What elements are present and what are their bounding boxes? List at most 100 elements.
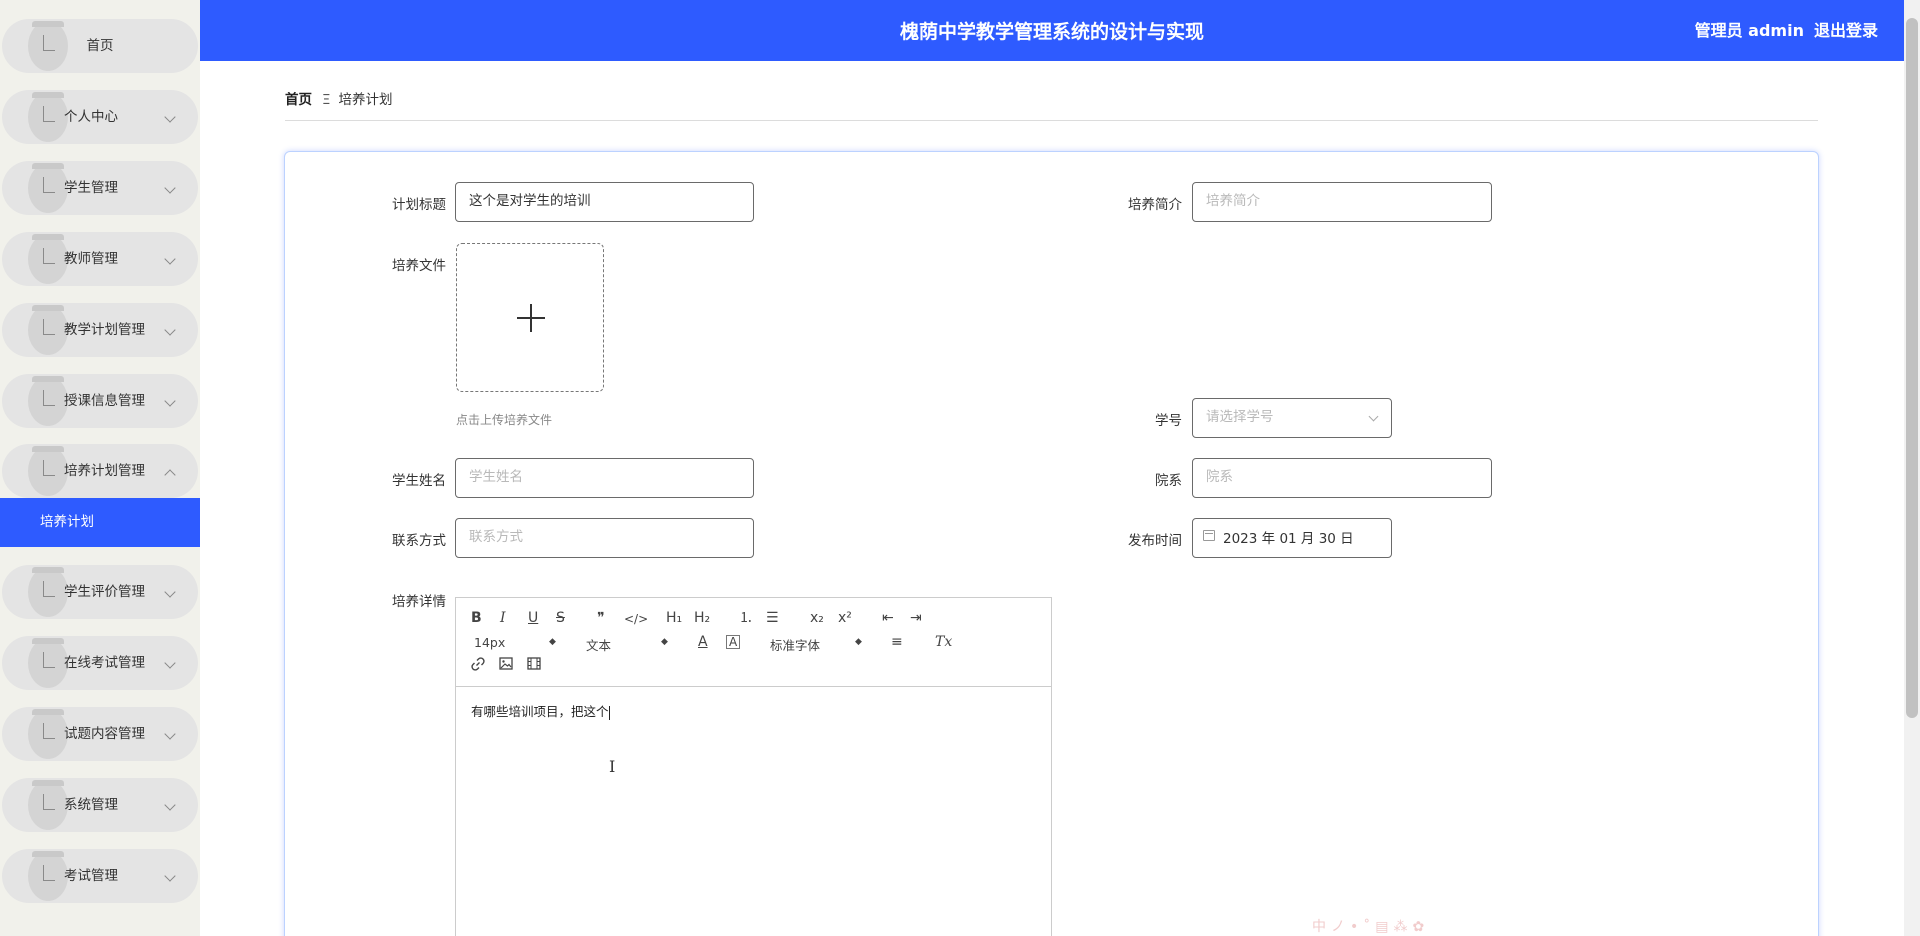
student-no-select[interactable]: 请选择学号 xyxy=(1192,398,1392,438)
calendar-icon xyxy=(1203,530,1215,541)
student-no-label: 学号 xyxy=(1155,413,1182,429)
sidebar-item-system-management[interactable]: 系统管理 xyxy=(2,778,198,832)
student-name-input[interactable]: 学生姓名 xyxy=(455,458,754,498)
code-block-icon[interactable]: </> xyxy=(624,610,648,628)
blockquote-icon[interactable]: ❞ xyxy=(597,609,605,627)
chevron-down-icon xyxy=(164,324,176,336)
menu-decoration-icon xyxy=(28,446,68,496)
sidebar-item-question-content-management[interactable]: 试题内容管理 xyxy=(2,707,198,761)
sidebar-item-exam-management[interactable]: 考试管理 xyxy=(2,849,198,903)
student-name-label: 学生姓名 xyxy=(392,473,446,489)
sidebar-item-label: 考试管理 xyxy=(64,868,118,884)
sidebar-item-label: 培养计划管理 xyxy=(64,463,145,479)
plus-icon-stroke xyxy=(530,304,532,332)
breadcrumb-home[interactable]: 首页 xyxy=(285,92,312,108)
training-intro-input[interactable]: 培养简介 xyxy=(1192,182,1492,222)
sidebar-item-online-exam-management[interactable]: 在线考试管理 xyxy=(2,636,198,690)
bullet-list-icon[interactable]: ☰ xyxy=(766,609,779,627)
video-icon[interactable] xyxy=(527,657,541,675)
header-select[interactable]: 文本 ◆ xyxy=(586,635,671,654)
menu-decoration-icon xyxy=(28,567,68,617)
sidebar-item-home[interactable]: 首页 xyxy=(2,19,198,73)
font-size-select[interactable]: 14px ◆ xyxy=(474,635,559,650)
editor-content[interactable]: 有哪些培训项目，把这个 xyxy=(471,701,610,720)
training-intro-label: 培养简介 xyxy=(1128,197,1182,213)
upload-hint: 点击上传培养文件 xyxy=(456,413,553,427)
top-header: 槐荫中学教学管理系统的设计与实现 管理员 admin 退出登录 xyxy=(200,0,1904,61)
select-arrows-icon: ◆ xyxy=(661,637,668,647)
subscript-icon[interactable]: x₂ xyxy=(810,609,824,627)
training-file-label: 培养文件 xyxy=(392,258,446,274)
user-area: 管理员 admin 退出登录 xyxy=(1695,0,1878,62)
sidebar-item-lecture-info-management[interactable]: 授课信息管理 xyxy=(2,374,198,428)
chevron-down-icon xyxy=(164,728,176,740)
text-color-icon[interactable]: A xyxy=(698,633,708,651)
menu-decoration-icon xyxy=(28,163,68,213)
underline-icon[interactable]: U xyxy=(528,609,538,627)
publish-time-value: 2023 年 01 月 30 日 xyxy=(1223,531,1354,547)
publish-time-label: 发布时间 xyxy=(1128,533,1182,549)
breadcrumb-separator-icon: Ξ xyxy=(322,92,331,108)
department-label: 院系 xyxy=(1155,473,1182,489)
chevron-down-icon xyxy=(164,182,176,194)
rich-text-editor[interactable]: B I U S ❞ </> H₁ H₂ ⒈ ☰ x₂ x² ⇤ ⇥ 14px ◆… xyxy=(455,597,1052,936)
font-size-value: 14px xyxy=(474,635,506,650)
header-1-icon[interactable]: H₁ xyxy=(666,609,682,627)
menu-decoration-icon xyxy=(28,305,68,355)
breadcrumb: 首页 Ξ 培养计划 xyxy=(285,88,393,108)
select-arrows-icon: ◆ xyxy=(549,637,556,647)
logout-button[interactable]: 退出登录 xyxy=(1814,21,1878,40)
image-icon[interactable] xyxy=(499,657,513,675)
chevron-down-icon xyxy=(164,870,176,882)
chevron-down-icon xyxy=(164,586,176,598)
plan-title-input[interactable]: 这个是对学生的培训 xyxy=(455,182,754,222)
sidebar-item-label: 教师管理 xyxy=(64,251,118,267)
contact-label: 联系方式 xyxy=(392,533,446,549)
menu-decoration-icon xyxy=(28,780,68,830)
contact-input[interactable]: 联系方式 xyxy=(455,518,754,558)
background-color-icon[interactable]: A xyxy=(726,635,741,649)
sidebar-item-teaching-plan-management[interactable]: 教学计划管理 xyxy=(2,303,198,357)
superscript-icon[interactable]: x² xyxy=(838,609,852,627)
file-upload-box[interactable] xyxy=(456,243,604,392)
outdent-icon[interactable]: ⇤ xyxy=(882,609,894,627)
chevron-down-icon xyxy=(164,395,176,407)
department-input[interactable]: 院系 xyxy=(1192,458,1492,498)
clear-format-icon[interactable]: Tx xyxy=(935,633,952,651)
sidebar-item-personal-center[interactable]: 个人中心 xyxy=(2,90,198,144)
sidebar-item-training-plan-management[interactable]: 培养计划管理 xyxy=(2,444,198,498)
sidebar: 首页 个人中心 学生管理 教师管理 教学计划管理 授课信息管理 培养计划管理 培… xyxy=(0,0,200,936)
select-arrows-icon: ◆ xyxy=(855,637,862,647)
chevron-down-icon xyxy=(164,253,176,265)
page-scrollbar-thumb[interactable] xyxy=(1906,18,1918,718)
menu-decoration-icon xyxy=(28,638,68,688)
italic-icon[interactable]: I xyxy=(500,609,506,627)
editor-toolbar: B I U S ❞ </> H₁ H₂ ⒈ ☰ x₂ x² ⇤ ⇥ 14px ◆… xyxy=(456,598,1051,687)
sidebar-item-label: 授课信息管理 xyxy=(64,393,145,409)
align-icon[interactable]: ≡ xyxy=(891,633,903,651)
bold-icon[interactable]: B xyxy=(471,609,482,627)
sidebar-subitem-training-plan[interactable]: 培养计划 xyxy=(0,498,200,547)
chevron-up-icon xyxy=(164,469,176,481)
sidebar-item-student-evaluation-management[interactable]: 学生评价管理 xyxy=(2,565,198,619)
chevron-down-icon xyxy=(164,111,176,123)
font-family-select[interactable]: 标准字体 ◆ xyxy=(770,635,865,654)
sidebar-item-label: 学生评价管理 xyxy=(64,584,145,600)
training-detail-label: 培养详情 xyxy=(392,594,446,610)
breadcrumb-divider xyxy=(285,120,1818,121)
editor-text: 有哪些培训项目，把这个 xyxy=(471,704,609,719)
text-caret xyxy=(608,705,610,720)
indent-icon[interactable]: ⇥ xyxy=(910,609,922,627)
plan-title-label: 计划标题 xyxy=(392,197,446,213)
strikethrough-icon[interactable]: S xyxy=(556,609,565,627)
header-2-icon[interactable]: H₂ xyxy=(694,609,710,627)
link-icon[interactable] xyxy=(471,657,485,676)
sidebar-item-student-management[interactable]: 学生管理 xyxy=(2,161,198,215)
sidebar-item-teacher-management[interactable]: 教师管理 xyxy=(2,232,198,286)
input-method-toolbar: 中ノ•˚▤⁂✿ xyxy=(1312,919,1430,935)
ordered-list-icon[interactable]: ⒈ xyxy=(739,609,753,627)
sidebar-item-label: 首页 xyxy=(86,38,114,54)
sidebar-item-label: 学生管理 xyxy=(64,180,118,196)
sidebar-item-label: 教学计划管理 xyxy=(64,322,145,338)
breadcrumb-current: 培养计划 xyxy=(338,92,393,108)
